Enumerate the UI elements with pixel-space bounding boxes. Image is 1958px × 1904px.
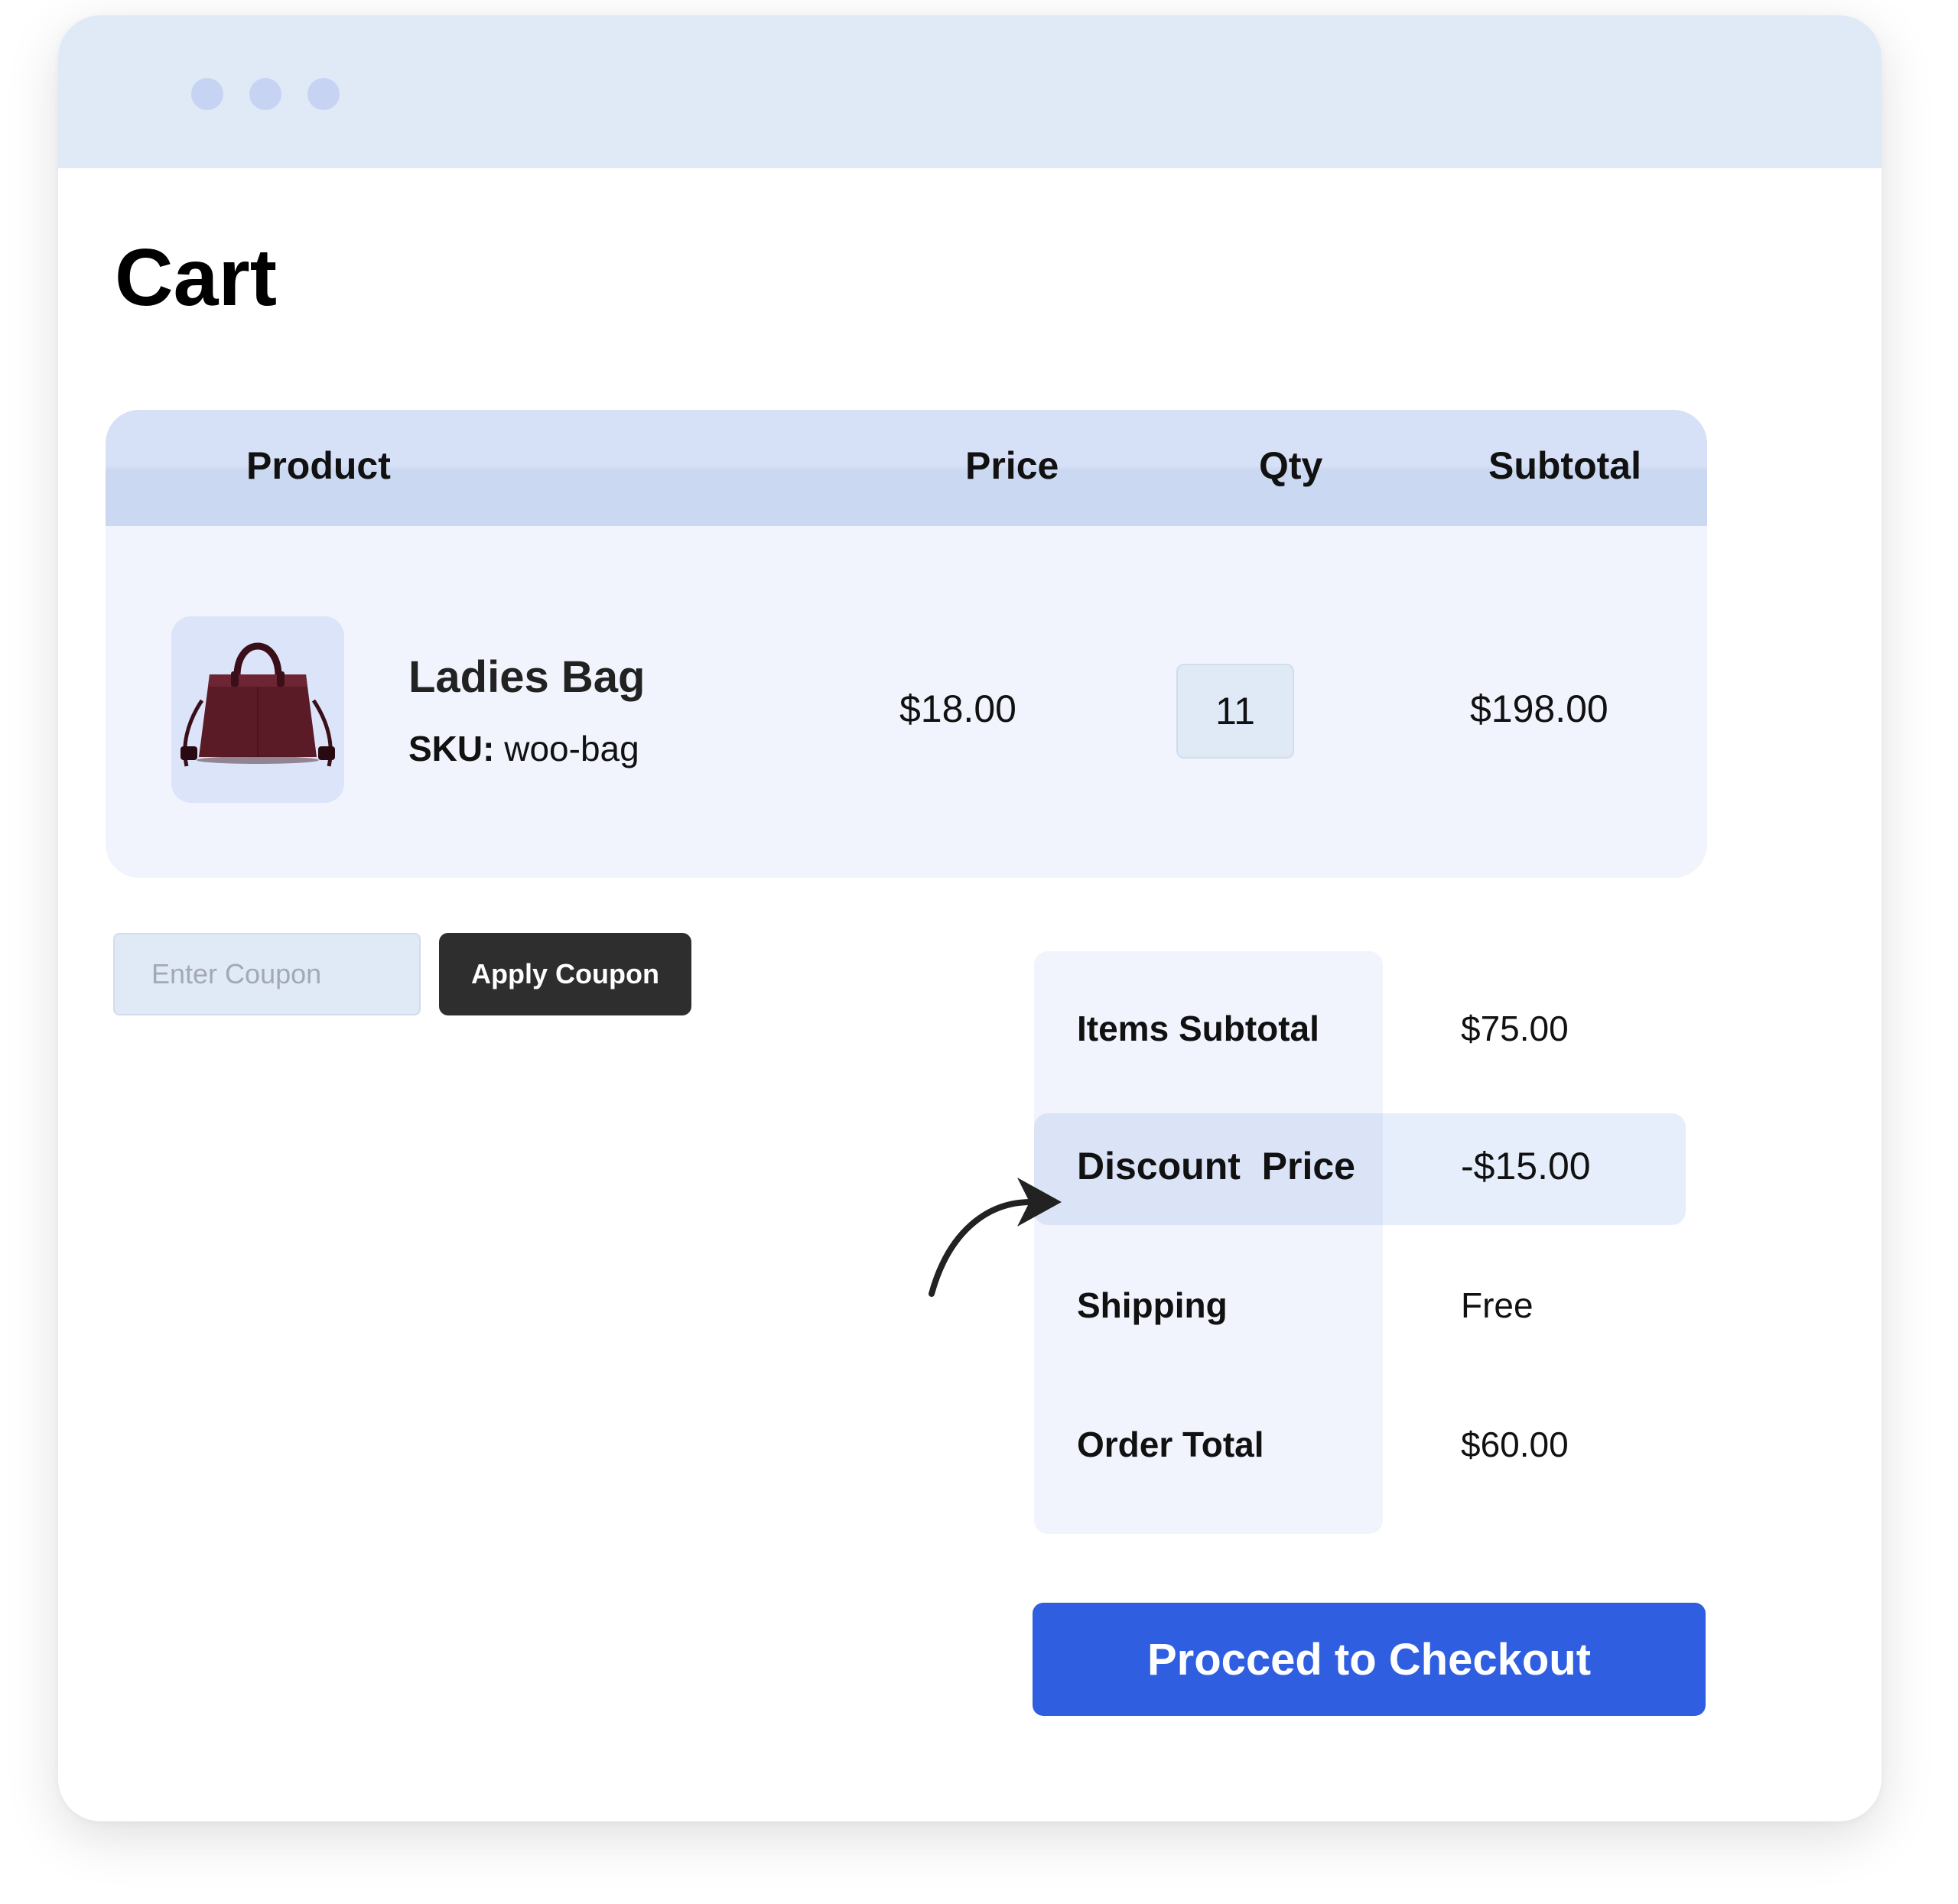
curved-arrow-icon (929, 1178, 1062, 1297)
column-header-price: Price (965, 444, 1059, 487)
items-subtotal-label: Items Subtotal (1077, 1009, 1319, 1048)
discount-price-value: -$15.00 (1461, 1145, 1591, 1188)
column-header-qty: Qty (1259, 444, 1323, 487)
items-subtotal-value: $75.00 (1461, 1009, 1569, 1048)
product-name[interactable]: Ladies Bag (408, 651, 645, 703)
product-sku: SKU: woo-bag (408, 728, 639, 769)
sku-label: SKU: (408, 729, 495, 768)
page-title: Cart (115, 232, 278, 323)
shipping-value: Free (1461, 1285, 1534, 1325)
discount-price-label: Discount Price (1077, 1145, 1355, 1188)
item-subtotal: $198.00 (1470, 687, 1608, 730)
column-header-product: Product (246, 444, 391, 487)
window-maximize-dot[interactable] (307, 78, 340, 110)
quantity-input[interactable]: 11 (1176, 664, 1294, 759)
product-image[interactable] (171, 616, 344, 803)
window-close-dot[interactable] (191, 78, 223, 110)
item-price: $18.00 (899, 687, 1016, 730)
browser-window (58, 15, 1882, 1821)
sku-value: woo-bag (504, 729, 639, 768)
column-header-subtotal: Subtotal (1488, 444, 1641, 487)
window-titlebar (58, 15, 1882, 168)
apply-coupon-button[interactable]: Apply Coupon (439, 933, 691, 1015)
handbag-icon (181, 642, 335, 767)
order-total-value: $60.00 (1461, 1425, 1569, 1464)
cart-table-header: Product Price Qty Subtotal (106, 410, 1707, 526)
shipping-label: Shipping (1077, 1285, 1228, 1325)
cart-table: Product Price Qty Subtotal (106, 410, 1707, 878)
window-minimize-dot[interactable] (249, 78, 281, 110)
coupon-input[interactable] (113, 933, 421, 1015)
checkout-button[interactable]: Procced to Checkout (1033, 1603, 1706, 1716)
order-total-label: Order Total (1077, 1425, 1264, 1464)
